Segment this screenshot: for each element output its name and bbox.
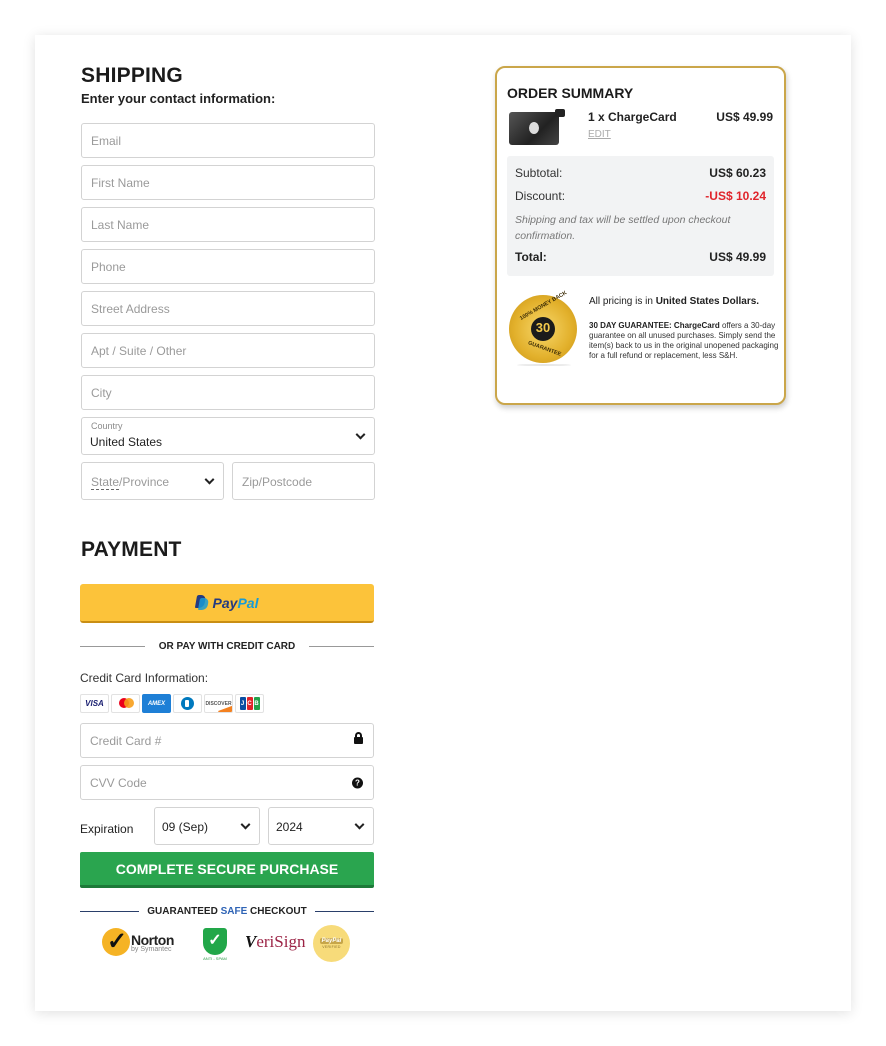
safe-checkout-label: GUARANTEED SAFE CHECKOUT — [147, 906, 307, 917]
state-placeholder: State/Province — [91, 475, 170, 490]
item-name: 1 x ChargeCard — [588, 110, 677, 124]
credit-card-info-label: Credit Card Information: — [80, 671, 209, 685]
country-select[interactable]: Country United States — [81, 417, 375, 455]
help-icon[interactable]: ? — [352, 777, 363, 788]
phone-field[interactable]: Phone — [81, 249, 375, 284]
shipping-title: SHIPPING — [81, 64, 183, 87]
mastercard-icon — [111, 694, 140, 713]
paypal-p-icon — [196, 595, 208, 610]
safe-checkout-divider: GUARANTEED SAFE CHECKOUT — [80, 906, 374, 917]
expiration-year-value: 2024 — [276, 820, 303, 834]
order-summary-title: ORDER SUMMARY — [507, 85, 634, 101]
credit-card-placeholder: Credit Card # — [90, 734, 162, 748]
discount-row: Discount: -US$ 10.24 — [515, 189, 766, 203]
zip-field[interactable]: Zip/Postcode — [232, 462, 375, 500]
norton-badge: Norton by Symantec — [102, 927, 174, 956]
email-placeholder: Email — [91, 134, 122, 148]
discover-icon: DISCOVER — [204, 694, 233, 713]
country-label: Country — [91, 421, 123, 431]
edit-item-link[interactable]: EDIT — [588, 129, 611, 140]
paypal-logo: PayPal — [196, 595, 259, 611]
divider-line — [80, 911, 140, 912]
payment-title: PAYMENT — [81, 538, 182, 561]
trust-badges: Norton by Symantec ✓ ANTI - SPAM VeriSig… — [102, 925, 362, 963]
zip-placeholder: Zip/Postcode — [242, 475, 313, 489]
money-back-guarantee-seal: 100% MONEY BACK 30 GUARANTEE — [509, 290, 579, 367]
expiration-year-select[interactable]: 2024 — [268, 807, 374, 845]
or-divider-label: OR PAY WITH CREDIT CARD — [158, 641, 296, 652]
shield-caption: ANTI - SPAM — [203, 956, 227, 961]
visa-icon: VISA — [80, 694, 109, 713]
jcb-icon: J C B — [235, 694, 264, 713]
cvv-field[interactable]: CVV Code ? — [80, 765, 374, 800]
complete-purchase-button[interactable]: COMPLETE SECURE PURCHASE — [80, 852, 374, 888]
amex-icon: AMEX — [142, 694, 171, 713]
item-price: US$ 49.99 — [716, 110, 773, 124]
chevron-down-icon — [354, 819, 365, 830]
chevron-down-icon — [240, 819, 251, 830]
paypal-verified-badge: PayPal VERIFIED — [313, 925, 350, 962]
chargecard-product-image — [509, 109, 567, 149]
last-name-field[interactable]: Last Name — [81, 207, 375, 242]
expiration-label: Expiration — [80, 822, 134, 836]
expiration-month-value: 09 (Sep) — [162, 820, 209, 834]
verisign-badge: VeriSign — [245, 932, 306, 951]
pricing-currency-note: All pricing is in United States Dollars. — [589, 296, 760, 307]
paypal-button[interactable]: PayPal — [80, 584, 374, 623]
first-name-placeholder: First Name — [91, 176, 150, 190]
street-address-placeholder: Street Address — [91, 302, 170, 316]
subtotal-row: Subtotal: US$ 60.23 — [515, 166, 766, 180]
first-name-field[interactable]: First Name — [81, 165, 375, 200]
expiration-month-select[interactable]: 09 (Sep) — [154, 807, 260, 845]
diners-club-icon — [173, 694, 202, 713]
credit-card-number-field[interactable]: Credit Card # — [80, 723, 374, 758]
norton-check-icon — [102, 927, 130, 956]
guarantee-text: 30 DAY GUARANTEE: ChargeCard offers a 30… — [589, 321, 779, 360]
country-value: United States — [90, 435, 163, 449]
shipping-header: SHIPPING Enter your contact information: — [81, 64, 375, 106]
cvv-placeholder: CVV Code — [90, 776, 147, 790]
city-field[interactable]: City — [81, 375, 375, 410]
phone-placeholder: Phone — [91, 260, 126, 274]
chevron-down-icon — [204, 474, 215, 485]
shield-check-icon: ✓ — [203, 928, 227, 955]
state-select[interactable]: State/Province — [81, 462, 224, 500]
or-divider: OR PAY WITH CREDIT CARD — [80, 641, 374, 652]
order-summary-panel: ORDER SUMMARY 1 x ChargeCard US$ 49.99 E… — [495, 66, 786, 405]
city-placeholder: City — [91, 386, 112, 400]
street-address-field[interactable]: Street Address — [81, 291, 375, 326]
shipping-note: Shipping and tax will be settled upon ch… — [515, 214, 731, 242]
accepted-cards: VISA AMEX DISCOVER J C B — [80, 694, 264, 713]
email-field[interactable]: Email — [81, 123, 375, 158]
totals-box: Subtotal: US$ 60.23 Discount: -US$ 10.24… — [507, 156, 774, 276]
apt-suite-placeholder: Apt / Suite / Other — [91, 344, 187, 358]
divider-line — [314, 911, 374, 912]
apt-suite-field[interactable]: Apt / Suite / Other — [81, 333, 375, 368]
divider-line — [309, 646, 374, 647]
lock-icon — [354, 731, 363, 746]
chevron-down-icon — [355, 429, 366, 440]
shipping-subtitle: Enter your contact information: — [81, 91, 276, 106]
total-row: Total: US$ 49.99 — [515, 250, 766, 264]
divider-line — [80, 646, 145, 647]
last-name-placeholder: Last Name — [91, 218, 150, 232]
